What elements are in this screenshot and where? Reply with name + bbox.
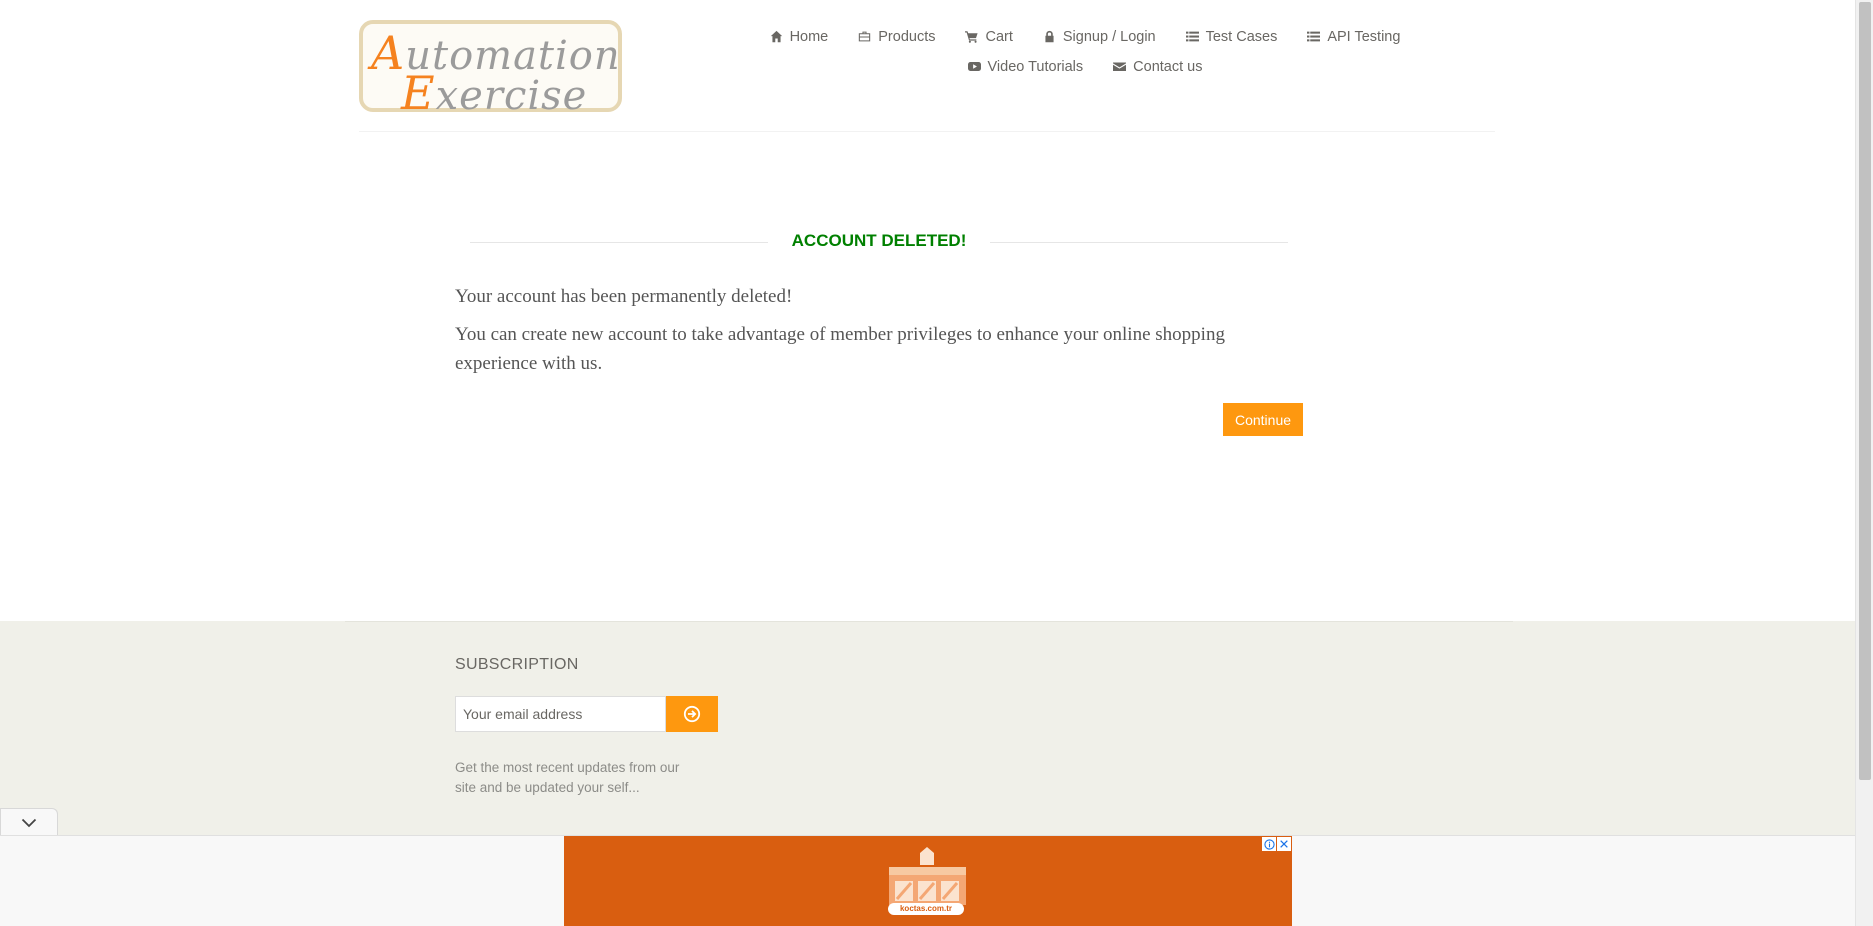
ad-collapse-toggle[interactable] bbox=[0, 808, 58, 836]
ad-close-icon[interactable] bbox=[1277, 837, 1291, 851]
title-rule-right bbox=[990, 242, 1288, 243]
youtube-play-icon bbox=[967, 60, 981, 73]
ad-info-icon[interactable] bbox=[1262, 837, 1276, 851]
nav-video-tutorials[interactable]: Video Tutorials bbox=[967, 56, 1084, 77]
nav-products[interactable]: Products bbox=[858, 26, 935, 47]
briefcase-icon bbox=[858, 30, 871, 43]
nav-products-label: Products bbox=[878, 28, 936, 45]
cart-icon bbox=[965, 30, 979, 43]
footer-divider bbox=[345, 621, 1513, 622]
nav-row-1: Home Products Cart Signup / Login Test C… bbox=[740, 26, 1430, 47]
nav-signup-login-label: Signup / Login bbox=[1062, 28, 1156, 45]
list-icon bbox=[1307, 30, 1321, 43]
nav-signup-login[interactable]: Signup / Login bbox=[1043, 26, 1156, 47]
account-deleted-heading: ACCOUNT DELETED! bbox=[470, 229, 1288, 255]
continue-button[interactable]: Continue bbox=[1223, 403, 1303, 436]
subscription-description: Get the most recent updates from our sit… bbox=[455, 760, 680, 795]
new-account-message: You can create new account to take advan… bbox=[455, 324, 1225, 374]
nav-api-testing-label: API Testing bbox=[1327, 28, 1401, 45]
nav-test-cases-label: Test Cases bbox=[1205, 28, 1278, 45]
nav-video-tutorials-label: Video Tutorials bbox=[987, 58, 1084, 75]
lock-icon bbox=[1043, 30, 1056, 43]
nav-cart-label: Cart bbox=[985, 28, 1013, 45]
chevron-down-icon bbox=[21, 818, 37, 827]
deleted-message: Your account has been permanently delete… bbox=[455, 286, 793, 307]
page-title: ACCOUNT DELETED! bbox=[791, 231, 967, 250]
main-nav: Home Products Cart Signup / Login Test C… bbox=[740, 26, 1430, 86]
nav-api-testing[interactable]: API Testing bbox=[1307, 26, 1400, 47]
ad-url-pill: koctas.com.tr bbox=[888, 903, 964, 915]
site-footer: SUBSCRIPTION Get the most recent updates… bbox=[0, 621, 1855, 835]
nav-home[interactable]: Home bbox=[770, 26, 829, 47]
nav-test-cases[interactable]: Test Cases bbox=[1185, 26, 1278, 47]
nav-cart[interactable]: Cart bbox=[965, 26, 1013, 47]
nav-home-label: Home bbox=[789, 28, 829, 45]
logo-text-exercise: xercise bbox=[435, 73, 588, 119]
scrollbar-thumb[interactable] bbox=[1859, 2, 1871, 780]
page-viewport: Automation Exercise Home Products Cart S… bbox=[0, 0, 1855, 926]
arrow-circle-right-icon bbox=[683, 705, 701, 723]
header-divider bbox=[359, 131, 1495, 132]
subscription-email-input[interactable] bbox=[455, 696, 666, 732]
home-icon bbox=[770, 30, 783, 43]
subscribe-button[interactable] bbox=[666, 696, 718, 732]
envelope-icon bbox=[1113, 60, 1127, 73]
site-logo[interactable]: Automation Exercise bbox=[359, 20, 622, 120]
nav-contact-us-label: Contact us bbox=[1133, 58, 1203, 75]
logo-cap-e: E bbox=[401, 66, 436, 120]
subscription-title: SUBSCRIPTION bbox=[455, 656, 579, 673]
logo-line-2: Exercise bbox=[401, 66, 587, 120]
site-header: Automation Exercise Home Products Cart S… bbox=[0, 0, 1855, 133]
list-icon bbox=[1185, 30, 1199, 43]
page-scrollbar[interactable] bbox=[1855, 0, 1873, 926]
nav-row-2: Video Tutorials Contact us bbox=[740, 56, 1430, 77]
nav-contact-us[interactable]: Contact us bbox=[1113, 56, 1202, 77]
